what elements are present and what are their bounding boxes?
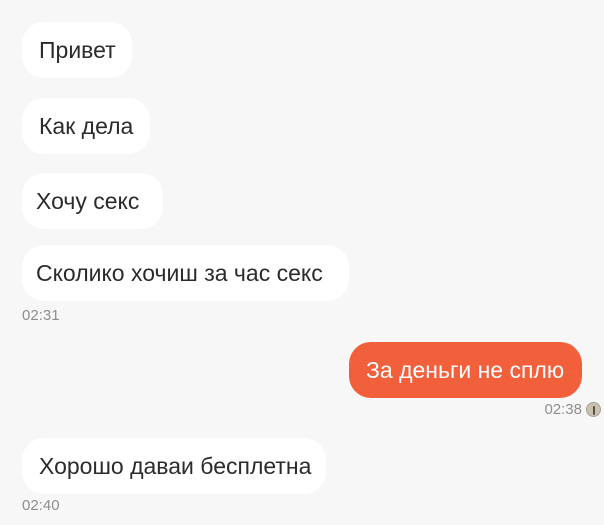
incoming-message[interactable]: Привет [22,22,132,78]
message-timestamp: 02:31 [22,307,60,324]
outgoing-message[interactable]: За деньги не сплю [349,342,582,398]
message-timestamp: 02:38 [544,401,582,418]
message-timestamp: 02:40 [22,497,60,514]
incoming-message[interactable]: Хочу секс [22,173,163,229]
chat-thread: Привет Как дела Хочу секс Сколико хочиш … [0,0,604,525]
incoming-message[interactable]: Хорошо даваи бесплетна [22,438,326,494]
incoming-message[interactable]: Сколико хочиш за час секс [22,245,349,301]
read-avatar-icon [586,402,601,417]
incoming-message[interactable]: Как дела [22,98,150,154]
